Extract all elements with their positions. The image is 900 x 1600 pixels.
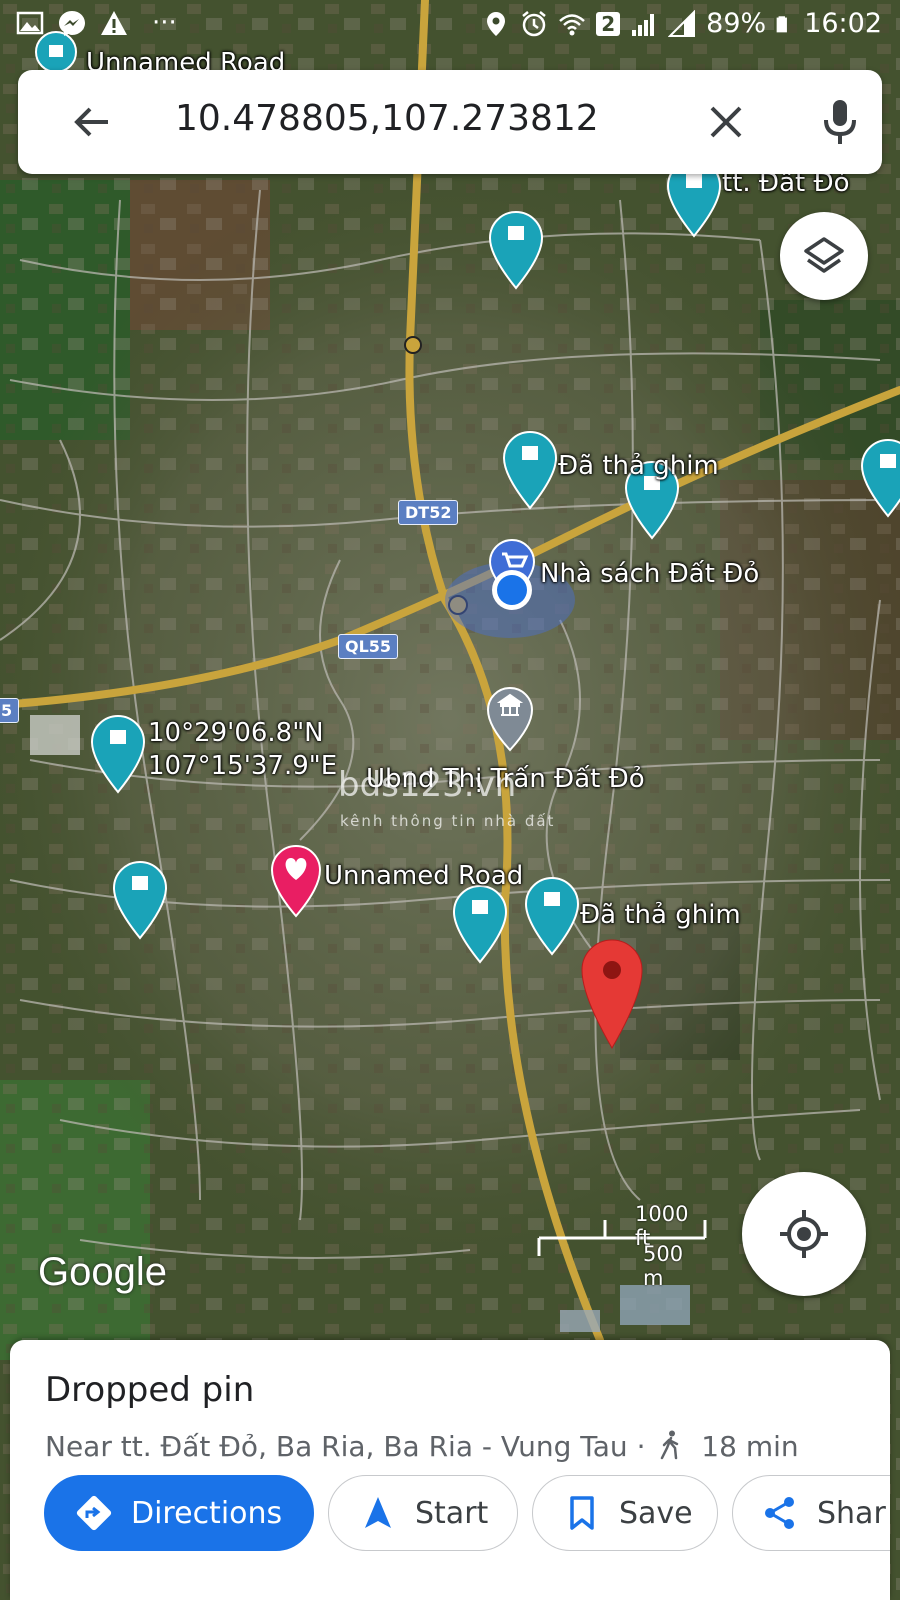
my-location-button[interactable] xyxy=(742,1172,866,1296)
scale-metric: 500 m xyxy=(643,1242,684,1290)
save-label: Save xyxy=(619,1495,693,1531)
wifi-icon xyxy=(559,13,586,35)
location-icon xyxy=(487,11,506,36)
place-title: Dropped pin xyxy=(45,1370,255,1410)
watermark-subtitle: kênh thông tin nhà đất xyxy=(340,812,556,830)
map-label-unnamed-road[interactable]: Unnamed Road xyxy=(324,861,523,891)
map-label-coord-lng[interactable]: 107°15'37.9"E xyxy=(148,751,337,781)
search-bar[interactable]: 10.478805,107.273812 xyxy=(18,70,882,174)
search-query[interactable]: 10.478805,107.273812 xyxy=(175,98,599,139)
share-icon xyxy=(765,1497,794,1529)
alarm-icon xyxy=(522,10,547,36)
directions-icon xyxy=(76,1495,112,1531)
google-logo: Google xyxy=(38,1250,167,1294)
walk-time: 18 min xyxy=(701,1430,799,1463)
map-label-dropped-pin[interactable]: Đã thả ghim xyxy=(580,900,741,930)
directions-label: Directions xyxy=(131,1495,283,1531)
road-shield-dt52: DT52 xyxy=(398,500,459,525)
place-subtitle: Near tt. Đất Đỏ, Ba Ria, Ba Ria - Vung T… xyxy=(45,1430,799,1463)
battery-icon xyxy=(776,15,788,32)
sim-slot-badge: 2 xyxy=(596,11,621,36)
current-location-dot xyxy=(492,570,532,610)
signal-icon xyxy=(632,13,655,36)
map-label-coord-lat[interactable]: 10°29'06.8"N xyxy=(148,718,324,748)
microphone-icon[interactable] xyxy=(818,98,862,146)
layers-icon xyxy=(804,237,844,273)
walking-icon xyxy=(661,1430,679,1460)
start-button[interactable]: Start xyxy=(328,1475,518,1551)
layers-button[interactable] xyxy=(780,212,868,300)
gallery-icon xyxy=(16,11,44,35)
map-label-dropped-pin[interactable]: Đã thả ghim xyxy=(558,451,719,481)
place-address: Near tt. Đất Đỏ, Ba Ria, Ba Ria - Vung T… xyxy=(45,1430,646,1463)
map-label-book-store[interactable]: Nhà sách Đất Đỏ xyxy=(540,559,759,589)
directions-button[interactable]: Directions xyxy=(44,1475,314,1551)
place-card[interactable]: Dropped pin Near tt. Đất Đỏ, Ba Ria, Ba … xyxy=(10,1340,890,1600)
scale-bar: 1000 ft 500 m xyxy=(535,1202,710,1290)
crosshair-icon xyxy=(780,1210,828,1258)
messenger-icon xyxy=(59,11,85,36)
start-label: Start xyxy=(415,1495,489,1531)
road-shield-ql55: QL55 xyxy=(338,634,399,659)
clock: 16:02 xyxy=(804,8,882,39)
more-notifications: ··· xyxy=(152,8,177,38)
close-icon[interactable] xyxy=(704,100,748,144)
watermark: bds123.vn xyxy=(338,765,517,805)
share-button[interactable]: Shar xyxy=(732,1475,890,1551)
save-button[interactable]: Save xyxy=(532,1475,718,1551)
battery-percent: 89% xyxy=(706,8,767,39)
road-shield-edge: 5 xyxy=(0,698,20,723)
back-arrow-icon[interactable] xyxy=(70,100,114,144)
status-bar: ··· 2 89% 16:02 xyxy=(0,0,900,52)
signal-icon xyxy=(668,9,696,37)
warning-icon xyxy=(101,11,127,35)
share-label: Shar xyxy=(817,1495,886,1531)
navigation-arrow-icon xyxy=(365,1497,391,1528)
bookmark-icon xyxy=(570,1496,594,1530)
